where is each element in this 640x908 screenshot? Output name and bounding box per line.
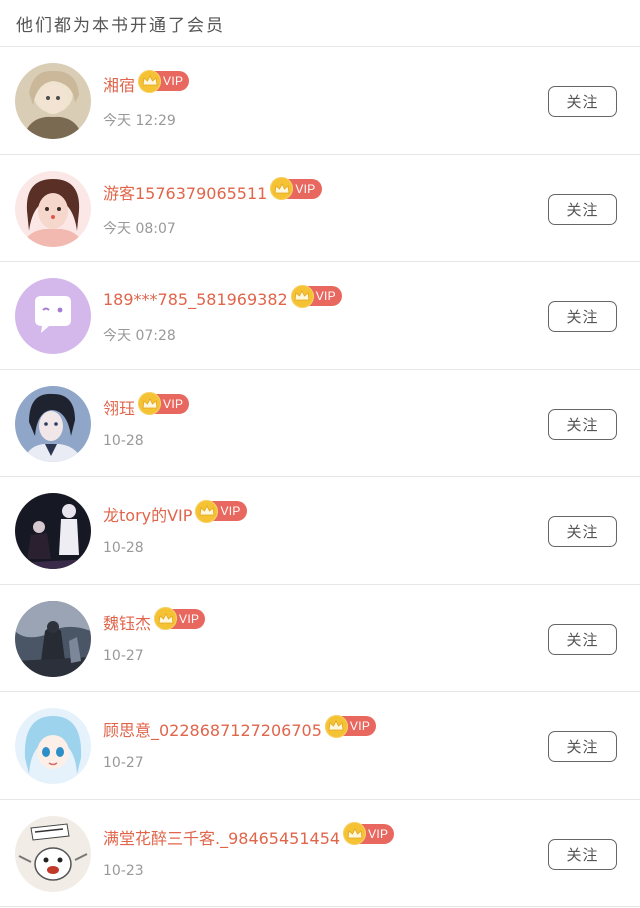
page-header: 他们都为本书开通了会员 [0,0,640,47]
header-title: 他们都为本书开通了会员 [16,15,225,36]
follow-button[interactable]: 关注 [548,408,617,440]
follow-button[interactable]: 关注 [548,838,617,870]
member-list: 湘宿 VIP 今天 12:29 关注 游客1576379065511 VIP 今… [0,47,640,907]
crown-icon [290,284,314,308]
avatar[interactable] [15,170,91,247]
vip-badge: VIP [195,499,247,523]
join-time: 今天 12:29 [103,113,176,129]
member-name[interactable]: 湘宿 [103,72,135,96]
follow-button[interactable]: 关注 [548,516,617,547]
join-time: 10-23 [103,862,144,879]
list-item[interactable]: 翎珏 VIP 10-28 关注 [0,370,640,477]
list-item[interactable]: 满堂花醉三千客._98465451454 VIP 10-23 关注 [0,800,640,907]
crown-icon [270,177,294,200]
vip-badge: VIP [138,392,190,415]
join-time: 今天 07:28 [103,328,176,344]
join-time: 今天 08:07 [103,220,176,237]
follow-button[interactable]: 关注 [548,193,617,225]
member-name[interactable]: 翎珏 [103,395,135,419]
vip-badge: VIP [138,69,190,93]
list-item[interactable]: 龙tory的VIP VIP 10-28 关注 [0,477,640,585]
member-name[interactable]: 满堂花醉三千客._98465451454 [103,825,340,849]
follow-button[interactable]: 关注 [548,86,617,117]
join-time: 10-27 [103,755,144,771]
crown-icon [138,392,162,415]
follow-button[interactable]: 关注 [548,623,617,655]
avatar[interactable] [15,815,91,892]
member-name[interactable]: 魏钰杰 [103,610,151,634]
vip-badge: VIP [343,822,395,845]
avatar[interactable] [15,63,91,139]
crown-icon [343,822,367,845]
list-item[interactable]: 魏钰杰 VIP 10-27 关注 [0,585,640,692]
avatar[interactable] [15,278,91,354]
member-name[interactable]: 189***785_581969382 [103,290,288,309]
crown-icon [324,714,348,738]
member-name[interactable]: 游客1576379065511 [103,180,267,204]
join-time: 10-28 [103,432,144,449]
join-time: 10-28 [103,540,144,556]
list-item[interactable]: 湘宿 VIP 今天 12:29 关注 [0,47,640,155]
follow-button[interactable]: 关注 [548,301,617,332]
vip-badge: VIP [154,607,206,630]
avatar[interactable] [15,385,91,462]
follow-button[interactable]: 关注 [548,731,617,762]
vip-badge: VIP [270,177,322,200]
list-item[interactable]: 游客1576379065511 VIP 今天 08:07 关注 [0,155,640,262]
join-time: 10-27 [103,647,144,664]
member-name[interactable]: 龙tory的VIP [103,502,192,526]
crown-icon [138,69,162,93]
crown-icon [154,607,178,630]
vip-badge: VIP [290,284,342,308]
avatar[interactable] [15,708,91,784]
vip-badge: VIP [324,714,377,738]
member-name[interactable]: 顾思意_0228687127206705 [103,717,322,741]
crown-icon [195,499,219,523]
list-item[interactable]: 顾思意_0228687127206705 VIP 10-27 关注 [0,692,640,800]
list-item[interactable]: 189***785_581969382 VIP 今天 07:28 关注 [0,262,640,370]
avatar[interactable] [15,493,91,569]
avatar[interactable] [15,600,91,677]
